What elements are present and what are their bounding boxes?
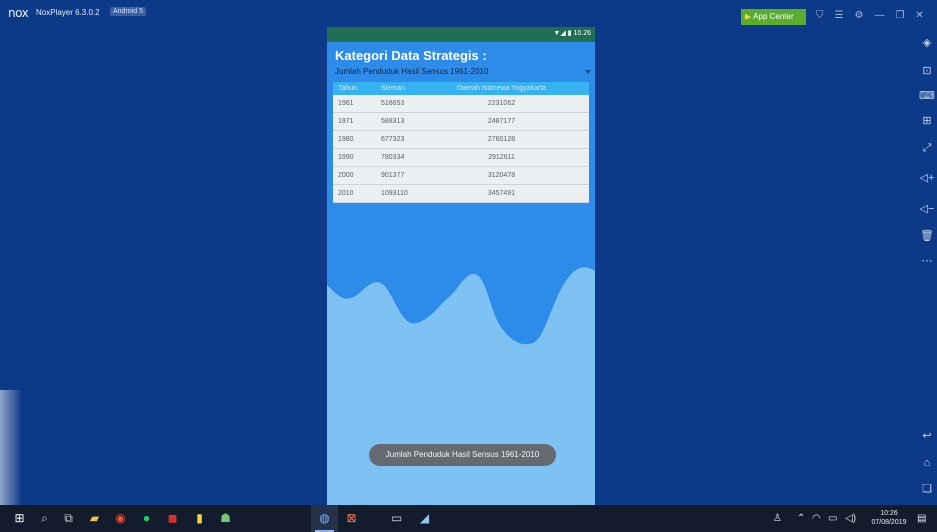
cell-sleman: 780334 (381, 154, 405, 161)
chevron-up-icon[interactable]: ⌃ (797, 505, 805, 532)
windows-taskbar: ⊞ ⌕ ⧉ ▰ ◉ ● ◼ ▮ ☗ ◍ ⊠ ▭ ◢ ♙ ⌃ ◠ ▭ ◁) 10:… (0, 505, 937, 532)
android-status-bar: ▼◢ ▮ 10.26 (327, 27, 595, 42)
clock-time: 10:26 (880, 510, 898, 517)
table-row: 2000 901377 3120478 (333, 167, 589, 185)
app-icon[interactable]: ◢ (411, 505, 438, 532)
android-studio-icon[interactable]: ☗ (212, 505, 239, 532)
clock[interactable]: 10:26 07/08/2019 (867, 509, 911, 527)
app-center-label: App Center (753, 12, 794, 21)
terminal-icon[interactable]: ▭ (383, 505, 410, 532)
speaker-icon[interactable]: ◁) (845, 505, 856, 532)
recents-icon[interactable]: ❏ (918, 482, 936, 495)
file-explorer-icon[interactable]: ▰ (81, 505, 108, 532)
cell-sleman: 1093110 (381, 190, 408, 197)
cell-tahun: 1961 (338, 100, 354, 107)
settings-icon[interactable]: ⚙ (854, 10, 863, 21)
chrome-icon[interactable]: ◉ (107, 505, 134, 532)
keyboard-icon[interactable]: ⌨ (918, 89, 936, 102)
shirt-icon[interactable]: ⛉ (816, 10, 824, 21)
volume-up-icon[interactable]: ◁+ (918, 171, 936, 184)
wifi-icon[interactable]: ◠ (812, 505, 821, 532)
category-spinner[interactable]: Jumlah Penduduk Hasil Sensus 1961-2010 (335, 67, 488, 76)
clock-date: 07/08/2019 (871, 519, 907, 526)
sidebar-toggle-icon[interactable]: ◈ (918, 36, 936, 49)
table-row: 1990 780334 2912611 (333, 149, 589, 167)
cell-sleman: 588313 (381, 118, 405, 125)
battery-icon[interactable]: ▭ (828, 505, 837, 532)
trash-icon[interactable]: 🗑 (918, 229, 936, 242)
cell-tahun: 2000 (338, 172, 354, 179)
cell-sleman: 516653 (381, 100, 405, 107)
cell-diy: 2231062 (487, 100, 516, 107)
cell-sleman: 901377 (381, 172, 405, 179)
restore-icon[interactable]: ❐ (895, 10, 904, 21)
nox-logo: nox (8, 6, 29, 20)
cell-sleman: 677323 (381, 136, 405, 143)
screenshot-icon[interactable]: ⊡ (918, 64, 936, 77)
xampp-icon[interactable]: ⊠ (338, 505, 365, 532)
nox-icon[interactable]: ◍ (311, 505, 338, 532)
nox-titlebar: nox NoxPlayer 6.3.0.2 Android 5 ▶ App Cen… (0, 0, 937, 26)
cell-tahun: 2010 (338, 190, 354, 197)
table-row: 2010 1093110 3457491 (333, 185, 589, 203)
status-icons: ▼◢ ▮ 10.26 (553, 30, 591, 37)
sticky-notes-icon[interactable]: ▮ (186, 505, 213, 532)
col-header-diy: Daerah Istimewa Yogyakarta (456, 85, 547, 92)
play-store-icon: ▶ (745, 12, 752, 21)
cell-diy: 3120478 (487, 172, 516, 179)
cell-tahun: 1990 (338, 154, 354, 161)
notification-icon[interactable]: ▤ (917, 505, 926, 532)
table-header: Tahun Sleman Daerah Istimewa Yogyakarta (333, 82, 589, 95)
edge-glow (0, 390, 22, 505)
col-header-tahun: Tahun (338, 85, 358, 92)
minimize-icon[interactable]: — (874, 10, 884, 21)
cell-diy: 2487177 (487, 118, 516, 125)
spinner-dropdown-icon[interactable] (585, 70, 591, 74)
table-row: 1961 516653 2231062 (333, 95, 589, 113)
app-header: Kategori Data Strategis : Jumlah Pendudu… (327, 42, 595, 80)
back-icon[interactable]: ↩ (918, 429, 936, 442)
android-screen[interactable]: ▼◢ ▮ 10.26 Kategori Data Strategis : Jum… (327, 27, 595, 505)
spotify-icon[interactable]: ● (133, 505, 160, 532)
cell-diy: 2760128 (487, 136, 516, 143)
window-title: NoxPlayer 6.3.0.2 (36, 8, 100, 17)
menu-icon[interactable]: ☰ (835, 10, 844, 21)
cell-tahun: 1980 (338, 136, 354, 143)
data-table: 1961 516653 2231062 1971 588313 2487177 … (333, 95, 589, 203)
toast-message: Jumlah Penduduk Hasil Sensus 1961-2010 (369, 444, 556, 466)
cell-diy: 2912611 (488, 154, 515, 161)
windows-start-icon[interactable]: ⊞ (6, 505, 33, 532)
close-icon[interactable]: ✕ (915, 10, 923, 21)
status-time: 10.26 (573, 30, 591, 37)
table-row: 1971 588313 2487177 (333, 113, 589, 131)
home-icon[interactable]: ⌂ (918, 457, 936, 469)
app-center-button[interactable]: ▶ App Center (741, 9, 806, 25)
add-apk-icon[interactable]: ⊞ (918, 114, 936, 127)
people-icon[interactable]: ♙ (773, 505, 782, 532)
app-title: Kategori Data Strategis : (335, 48, 487, 63)
filezilla-icon[interactable]: ◼ (159, 505, 186, 532)
cell-tahun: 1971 (338, 118, 354, 125)
android-version-badge: Android 5 (110, 7, 146, 16)
volume-down-icon[interactable]: ◁− (918, 202, 936, 215)
col-header-sleman: Sleman (381, 85, 405, 92)
search-icon[interactable]: ⌕ (31, 505, 58, 532)
fullscreen-icon[interactable]: ⤢ (918, 142, 936, 155)
more-icon[interactable]: ⋯ (918, 254, 936, 267)
table-row: 1980 677323 2760128 (333, 131, 589, 149)
cell-diy: 3457491 (487, 190, 516, 197)
task-view-icon[interactable]: ⧉ (55, 505, 82, 532)
